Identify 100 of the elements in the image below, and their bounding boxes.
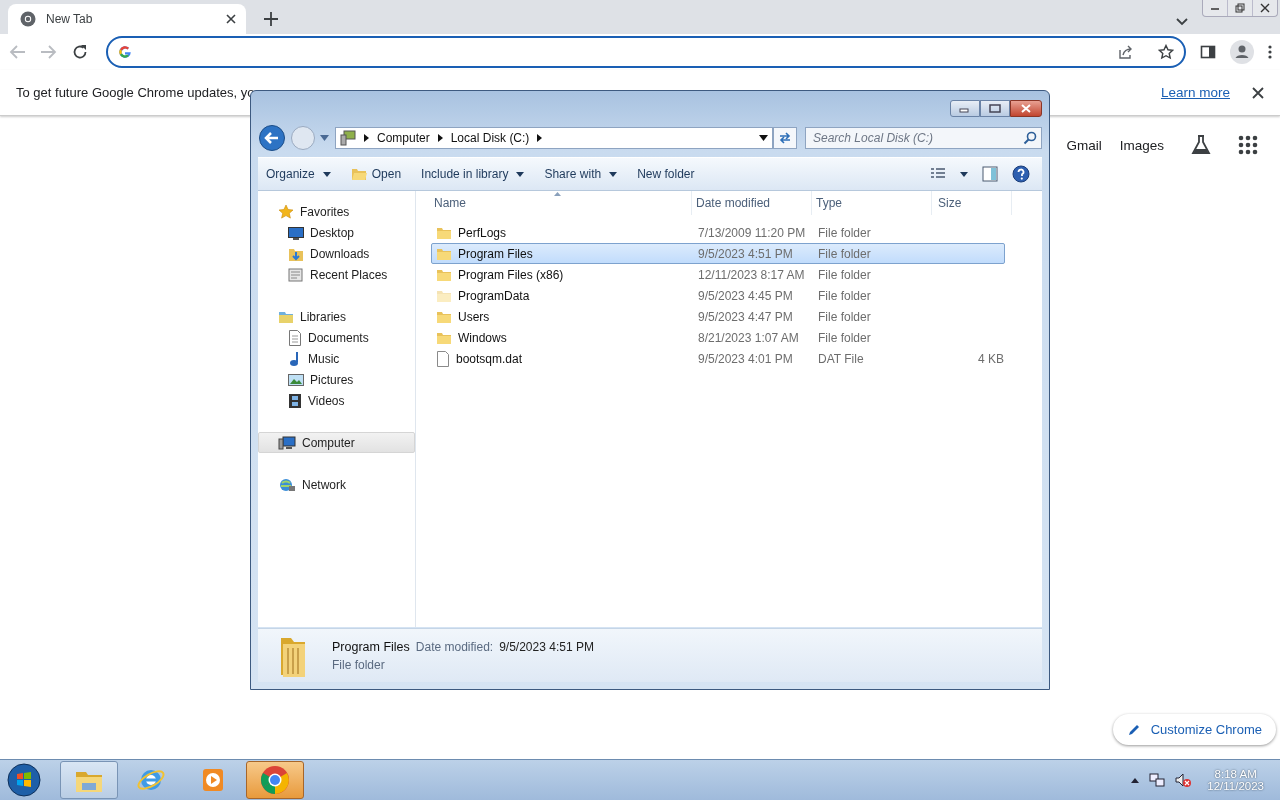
folder-icon <box>350 167 367 181</box>
chrome-logo-icon <box>20 11 36 27</box>
search-icon[interactable] <box>1023 131 1037 145</box>
search-field[interactable]: Search Local Disk (C:) <box>805 127 1042 149</box>
command-button[interactable]: Organize <box>266 167 331 181</box>
file-row[interactable]: Windows 8/21/2023 1:07 AM File folder <box>431 327 1005 348</box>
caret-up-icon[interactable] <box>1131 777 1140 783</box>
details-view-icon[interactable] <box>930 167 946 181</box>
nav-item[interactable]: Music <box>258 348 415 369</box>
nav-item[interactable]: Favorites <box>258 201 415 222</box>
file-row[interactable]: Users 9/5/2023 4:47 PM File folder <box>431 306 1005 327</box>
customize-chrome-button[interactable]: Customize Chrome <box>1112 714 1276 745</box>
speaker-muted-icon[interactable] <box>1175 772 1192 788</box>
caret-down-icon <box>516 171 525 177</box>
nav-item[interactable]: Desktop <box>258 222 415 243</box>
library-icon <box>278 309 294 324</box>
film-strip-icon <box>288 392 302 409</box>
network-icon[interactable] <box>1149 772 1166 788</box>
file-type: DAT File <box>818 351 865 366</box>
folder-icon <box>436 330 452 345</box>
caret-right-icon[interactable] <box>437 134 443 142</box>
star-outline-icon[interactable] <box>1158 44 1174 60</box>
chrome-logo-icon[interactable] <box>259 764 291 796</box>
caret-right-icon[interactable] <box>364 134 369 142</box>
close-icon[interactable] <box>226 14 236 24</box>
chevron-down-icon[interactable] <box>1176 18 1188 26</box>
folder-icon <box>436 309 452 324</box>
date-modified: 9/5/2023 4:51 PM <box>698 246 794 261</box>
share-icon[interactable] <box>1118 44 1134 60</box>
nav-item[interactable]: Recent Places <box>258 264 415 285</box>
file-row[interactable]: Program Files (x86) 12/11/2023 8:17 AM File folder <box>431 264 1005 285</box>
date-modified: 9/5/2023 4:47 PM <box>698 309 794 324</box>
command-button[interactable]: Include in library <box>421 167 525 181</box>
nav-item[interactable]: Computer <box>258 432 415 453</box>
file-row[interactable]: Program Files 9/5/2023 4:51 PM File folder <box>431 243 1005 264</box>
profile-avatar-icon[interactable] <box>1230 40 1254 64</box>
close-icon[interactable] <box>1252 86 1264 99</box>
caret-down-icon[interactable] <box>759 135 768 141</box>
file-row[interactable]: bootsqm.dat 9/5/2023 4:01 PM DAT File 4 KB <box>431 348 1005 369</box>
maximize-icon[interactable] <box>989 104 1001 113</box>
refresh-button[interactable] <box>773 127 797 149</box>
breadcrumb[interactable]: Computer <box>377 131 430 145</box>
file-type: File folder <box>818 267 872 282</box>
new-tab-icon[interactable] <box>264 12 278 26</box>
file-type: File folder <box>818 330 872 345</box>
date-modified: 8/21/2023 1:07 AM <box>698 330 800 345</box>
refresh-arrows-icon <box>778 131 792 145</box>
item-name: Program Files <box>332 639 410 654</box>
google-logo-icon <box>118 45 132 59</box>
preview-pane-icon[interactable] <box>982 166 998 182</box>
pencil-icon <box>1126 722 1141 737</box>
reload-icon[interactable] <box>72 44 88 60</box>
file-name: bootsqm.dat <box>456 351 523 366</box>
column-header[interactable]: Name <box>416 191 692 215</box>
nav-item[interactable]: Libraries <box>258 306 415 327</box>
nav-item[interactable]: Pictures <box>258 369 415 390</box>
nav-item[interactable]: Downloads <box>258 243 415 264</box>
file-name: ProgramData <box>458 288 530 303</box>
file-name: Program Files (x86) <box>458 267 564 282</box>
column-header[interactable]: Type <box>812 191 932 215</box>
folder-icon <box>436 246 452 261</box>
column-header[interactable]: Size <box>932 191 1012 215</box>
computer-icon <box>340 130 356 146</box>
tab-title: New Tab <box>46 12 94 26</box>
pictures-icon <box>288 372 304 387</box>
file-type: File folder <box>818 309 872 324</box>
side-panel-icon[interactable] <box>1200 44 1216 60</box>
file-type: File folder <box>818 288 872 303</box>
item-type: File folder <box>332 657 386 672</box>
column-header[interactable]: Date modified <box>692 191 812 215</box>
nav-item[interactable]: Documents <box>258 327 415 348</box>
recent-places-icon <box>288 266 304 283</box>
start-orb-icon[interactable] <box>6 762 42 798</box>
file-name: Program Files <box>458 246 533 261</box>
caret-right-icon[interactable] <box>537 134 543 142</box>
address-bar[interactable] <box>106 36 1186 68</box>
star-icon <box>278 203 294 220</box>
learn-more-link[interactable]: Learn more <box>1160 85 1230 100</box>
file-row[interactable]: ProgramData 9/5/2023 4:45 PM File folder <box>431 285 1005 306</box>
more-menu-icon[interactable] <box>1268 44 1272 60</box>
apps-grid-icon[interactable] <box>1238 135 1258 155</box>
command-button[interactable]: Open <box>350 167 402 181</box>
file-row[interactable]: PerfLogs 7/13/2009 11:20 PM File folder <box>431 222 1005 243</box>
caret-down-icon <box>609 171 618 177</box>
command-button[interactable]: Share with <box>544 167 618 181</box>
date-modified: 7/13/2009 11:20 PM <box>698 225 807 240</box>
close-icon[interactable] <box>1258 2 1272 14</box>
address-bar[interactable]: Computer Local Disk (C:) <box>335 127 773 149</box>
help-icon[interactable] <box>1012 165 1030 183</box>
command-button[interactable]: New folder <box>637 167 695 181</box>
field-label: Date modified: <box>415 639 494 654</box>
restore-icon[interactable] <box>1233 2 1247 14</box>
browser-tab[interactable]: New Tab <box>8 4 246 34</box>
images-link[interactable]: Images <box>1119 137 1164 153</box>
flask-icon[interactable] <box>1190 134 1212 156</box>
gmail-link[interactable]: Gmail <box>1066 137 1102 153</box>
nav-item[interactable]: Videos <box>258 390 415 411</box>
breadcrumb[interactable]: Local Disk (C:) <box>450 131 530 145</box>
nav-item[interactable]: Network <box>258 474 415 495</box>
caret-down-icon[interactable] <box>960 171 968 177</box>
